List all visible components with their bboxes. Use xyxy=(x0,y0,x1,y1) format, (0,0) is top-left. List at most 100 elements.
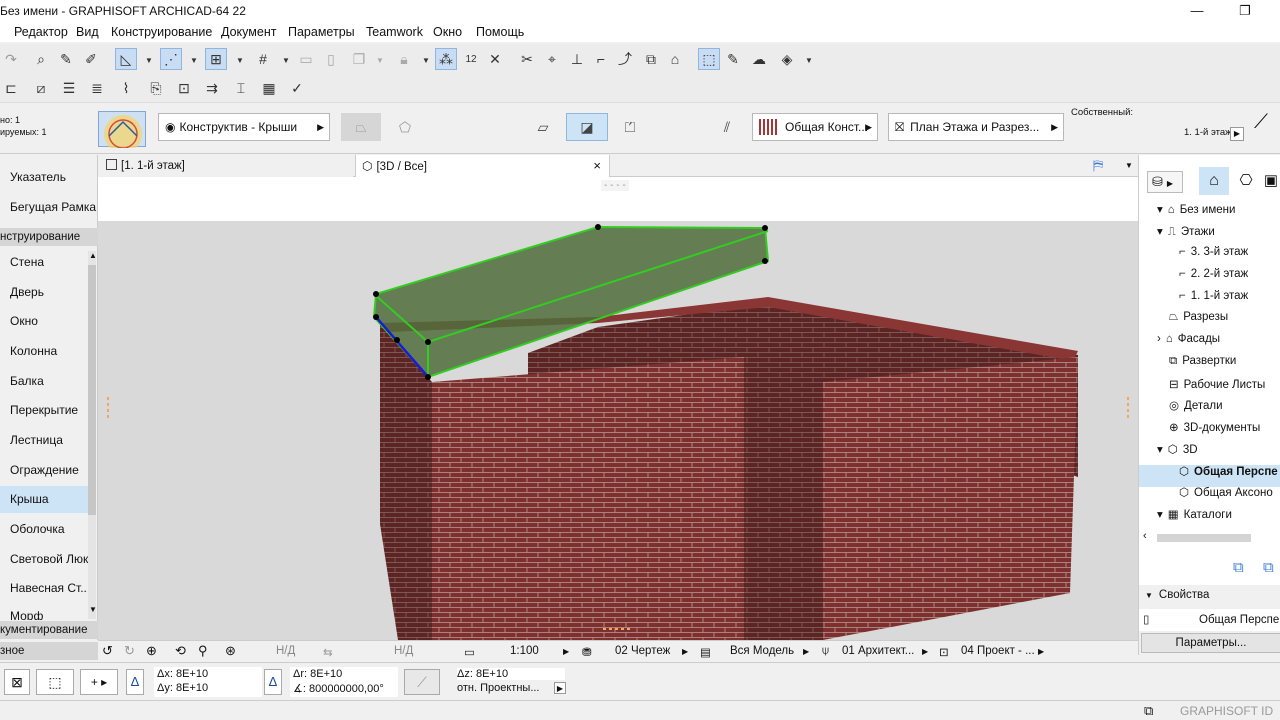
grid-snap-icon[interactable]: ⊞ xyxy=(205,48,227,70)
guide-lines-icon[interactable]: ◺ xyxy=(115,48,137,70)
tree-item-project[interactable]: ▾ ⌂ Без имени xyxy=(1157,202,1235,216)
roof-gable-button[interactable]: ⏍ xyxy=(614,113,646,141)
reference-level-field[interactable]: отн. Проектны... xyxy=(457,682,539,694)
tab-3d[interactable]: ⬡ [3D / Все] × xyxy=(355,155,610,177)
tool-column[interactable]: Колонна xyxy=(0,338,92,365)
group-document[interactable]: кументирование xyxy=(0,621,98,639)
polar-fields[interactable]: Δr: 8E+10 ∡: 800000000,00° xyxy=(290,667,398,697)
tree-item-stories[interactable]: ▾ ⎍ Этажи xyxy=(1157,224,1215,239)
tree-item-3d[interactable]: ▾ ⬡ 3D xyxy=(1157,442,1198,456)
3d-view-icon[interactable]: ◈ xyxy=(776,48,798,70)
delta-r-field[interactable]: Δr: 8E+10 xyxy=(293,668,342,680)
graphisoft-id-label[interactable]: GRAPHISOFT ID xyxy=(1180,704,1273,718)
tool-window[interactable]: Окно xyxy=(0,308,92,335)
roof-edge-button[interactable]: ⏥ xyxy=(527,113,559,141)
menu-view[interactable]: Вид xyxy=(76,25,99,39)
redo-icon[interactable]: ↷ xyxy=(0,48,22,70)
chevron-down-icon[interactable]: ▼ xyxy=(236,56,244,65)
snap-icon[interactable]: ⊠ xyxy=(4,669,30,695)
chevron-right-icon[interactable]: ▶ xyxy=(563,647,569,656)
chevron-right-icon[interactable]: ▶ xyxy=(922,647,928,656)
tool-stair[interactable]: Лестница xyxy=(0,427,92,454)
tree-item-generic-axonometry[interactable]: ⬡ Общая Аксоно xyxy=(1179,485,1273,499)
delta-xy-icon[interactable]: Δ xyxy=(126,669,144,695)
split-icon[interactable]: ✂ xyxy=(516,48,538,70)
view-map-button[interactable]: ⎔ xyxy=(1233,167,1259,195)
chevron-right-icon[interactable]: ▶ xyxy=(682,647,688,656)
fillet-icon[interactable]: ⌐ xyxy=(590,48,612,70)
menu-options[interactable]: Параметры xyxy=(288,25,355,39)
z-fields[interactable]: Δz: 8E+10 отн. Проектны... ▶ xyxy=(454,667,566,697)
offset-icon[interactable]: ⤴ xyxy=(614,48,636,70)
group-more[interactable]: зное xyxy=(0,642,98,660)
chevron-down-icon[interactable]: ▼ xyxy=(282,56,290,65)
table-icon[interactable]: ▦ xyxy=(258,77,280,99)
menu-design[interactable]: Конструирование xyxy=(111,25,212,39)
tool-curtain-wall[interactable]: Навесная Ст... xyxy=(0,575,92,602)
model-view-value[interactable]: Вся Модель xyxy=(730,645,794,657)
check-icon[interactable]: ✓ xyxy=(286,77,308,99)
roof-geometry-button[interactable] xyxy=(98,111,146,153)
find-select-icon[interactable]: ⌕ xyxy=(30,48,52,70)
snap-guides-icon[interactable]: ⋰ xyxy=(160,48,182,70)
undo-zoom-icon[interactable]: ↺ xyxy=(102,643,113,659)
tool-skylight[interactable]: Световой Люк xyxy=(0,546,92,573)
orbit-icon[interactable]: ⟲ xyxy=(175,643,186,659)
close-tab-icon[interactable]: × xyxy=(593,155,601,177)
fit-in-window-icon[interactable]: ⊛ xyxy=(225,643,236,659)
dimension-icon[interactable]: 12 xyxy=(460,48,482,70)
tree-item-elevations[interactable]: › ⌂ Фасады xyxy=(1157,333,1220,345)
menu-help[interactable]: Помощь xyxy=(476,25,524,39)
minimize-button[interactable]: — xyxy=(1174,0,1220,22)
tool-roof[interactable]: Крыша xyxy=(0,486,92,513)
roof-pivot-button[interactable]: ◪ xyxy=(566,113,608,141)
tool-marquee[interactable]: Бегущая Рамка xyxy=(0,194,96,221)
group-design[interactable]: нструирование xyxy=(0,228,98,246)
chevron-right-icon[interactable]: ▶ xyxy=(554,682,566,694)
floor-plan-section-combo[interactable]: ⛝ План Этажа и Разрез... ▶ xyxy=(888,113,1064,141)
syringe-icon[interactable]: ✐ xyxy=(80,48,102,70)
chevron-down-icon[interactable]: ▼ xyxy=(1125,161,1133,170)
tool-slab[interactable]: Перекрытие xyxy=(0,397,92,424)
toolbox-scrollbar[interactable] xyxy=(88,251,96,619)
align-icon[interactable]: ⊏ xyxy=(0,77,22,99)
chevron-right-icon[interactable]: ▶ xyxy=(803,647,809,656)
zoom-in-icon[interactable]: ⊕ xyxy=(146,643,157,659)
menu-document[interactable]: Документ xyxy=(221,25,276,39)
layout-book-button[interactable]: ▣ xyxy=(1261,167,1280,195)
layout-icon[interactable]: ⧉ xyxy=(1144,703,1153,719)
structure-button[interactable]: ⫽ xyxy=(706,113,748,141)
tool-arrow[interactable]: Указатель xyxy=(0,164,92,191)
tool-shell[interactable]: Оболочка xyxy=(0,516,92,543)
maximize-button[interactable]: ❐ xyxy=(1222,0,1268,22)
chevron-down-icon[interactable]: ▼ xyxy=(89,605,97,614)
slope-icon[interactable]: ⟋ xyxy=(404,669,440,695)
tree-item-3d-documents[interactable]: ⊕ 3D-документы xyxy=(1169,420,1260,434)
magic-wand-icon[interactable]: ⁂ xyxy=(435,48,457,70)
menu-window[interactable]: Окно xyxy=(433,25,462,39)
chevron-down-icon[interactable]: ▼ xyxy=(376,56,384,65)
project-map-button[interactable]: ⌂ xyxy=(1199,167,1229,195)
trace-icon[interactable]: ▭ xyxy=(295,48,317,70)
adjust-icon[interactable]: ⌖ xyxy=(541,48,563,70)
layer-combination-value[interactable]: 01 Архитект... xyxy=(842,645,914,657)
settings-view-icon[interactable]: ⧉ xyxy=(1263,559,1274,576)
section-tool-icon[interactable]: ⊡ xyxy=(173,77,195,99)
3d-viewport[interactable]: - - - - xyxy=(98,177,1138,640)
select-box-icon[interactable]: ⬚ xyxy=(698,48,720,70)
trim-icon[interactable]: ✕ xyxy=(484,48,506,70)
menu-teamwork[interactable]: Teamwork xyxy=(366,25,423,39)
tree-item-story-1[interactable]: ⌐ 1. 1-й этаж xyxy=(1179,290,1248,302)
resize-icon[interactable]: ⧉ xyxy=(640,48,662,70)
chevron-down-icon[interactable]: ▼ xyxy=(190,56,198,65)
tab-floor-plan[interactable]: [1. 1-й этаж] xyxy=(98,155,353,177)
orientation-icon[interactable]: ⇆ xyxy=(323,645,333,659)
navigator-menu-button[interactable]: ⛁ ▶ xyxy=(1147,171,1183,193)
delta-z-field[interactable]: Δz: 8E+10 xyxy=(457,668,565,680)
composite-combo[interactable]: Общая Конст... ▶ xyxy=(752,113,878,141)
cloud-icon[interactable]: ☁ xyxy=(748,48,770,70)
chevron-down-icon[interactable]: ▼ xyxy=(145,56,153,65)
chevron-right-icon[interactable]: ▶ xyxy=(1038,647,1044,656)
trace-reference-icon[interactable]: ⟋ xyxy=(1254,111,1268,134)
tab-options-icon[interactable]: ⛿ xyxy=(1093,157,1103,174)
